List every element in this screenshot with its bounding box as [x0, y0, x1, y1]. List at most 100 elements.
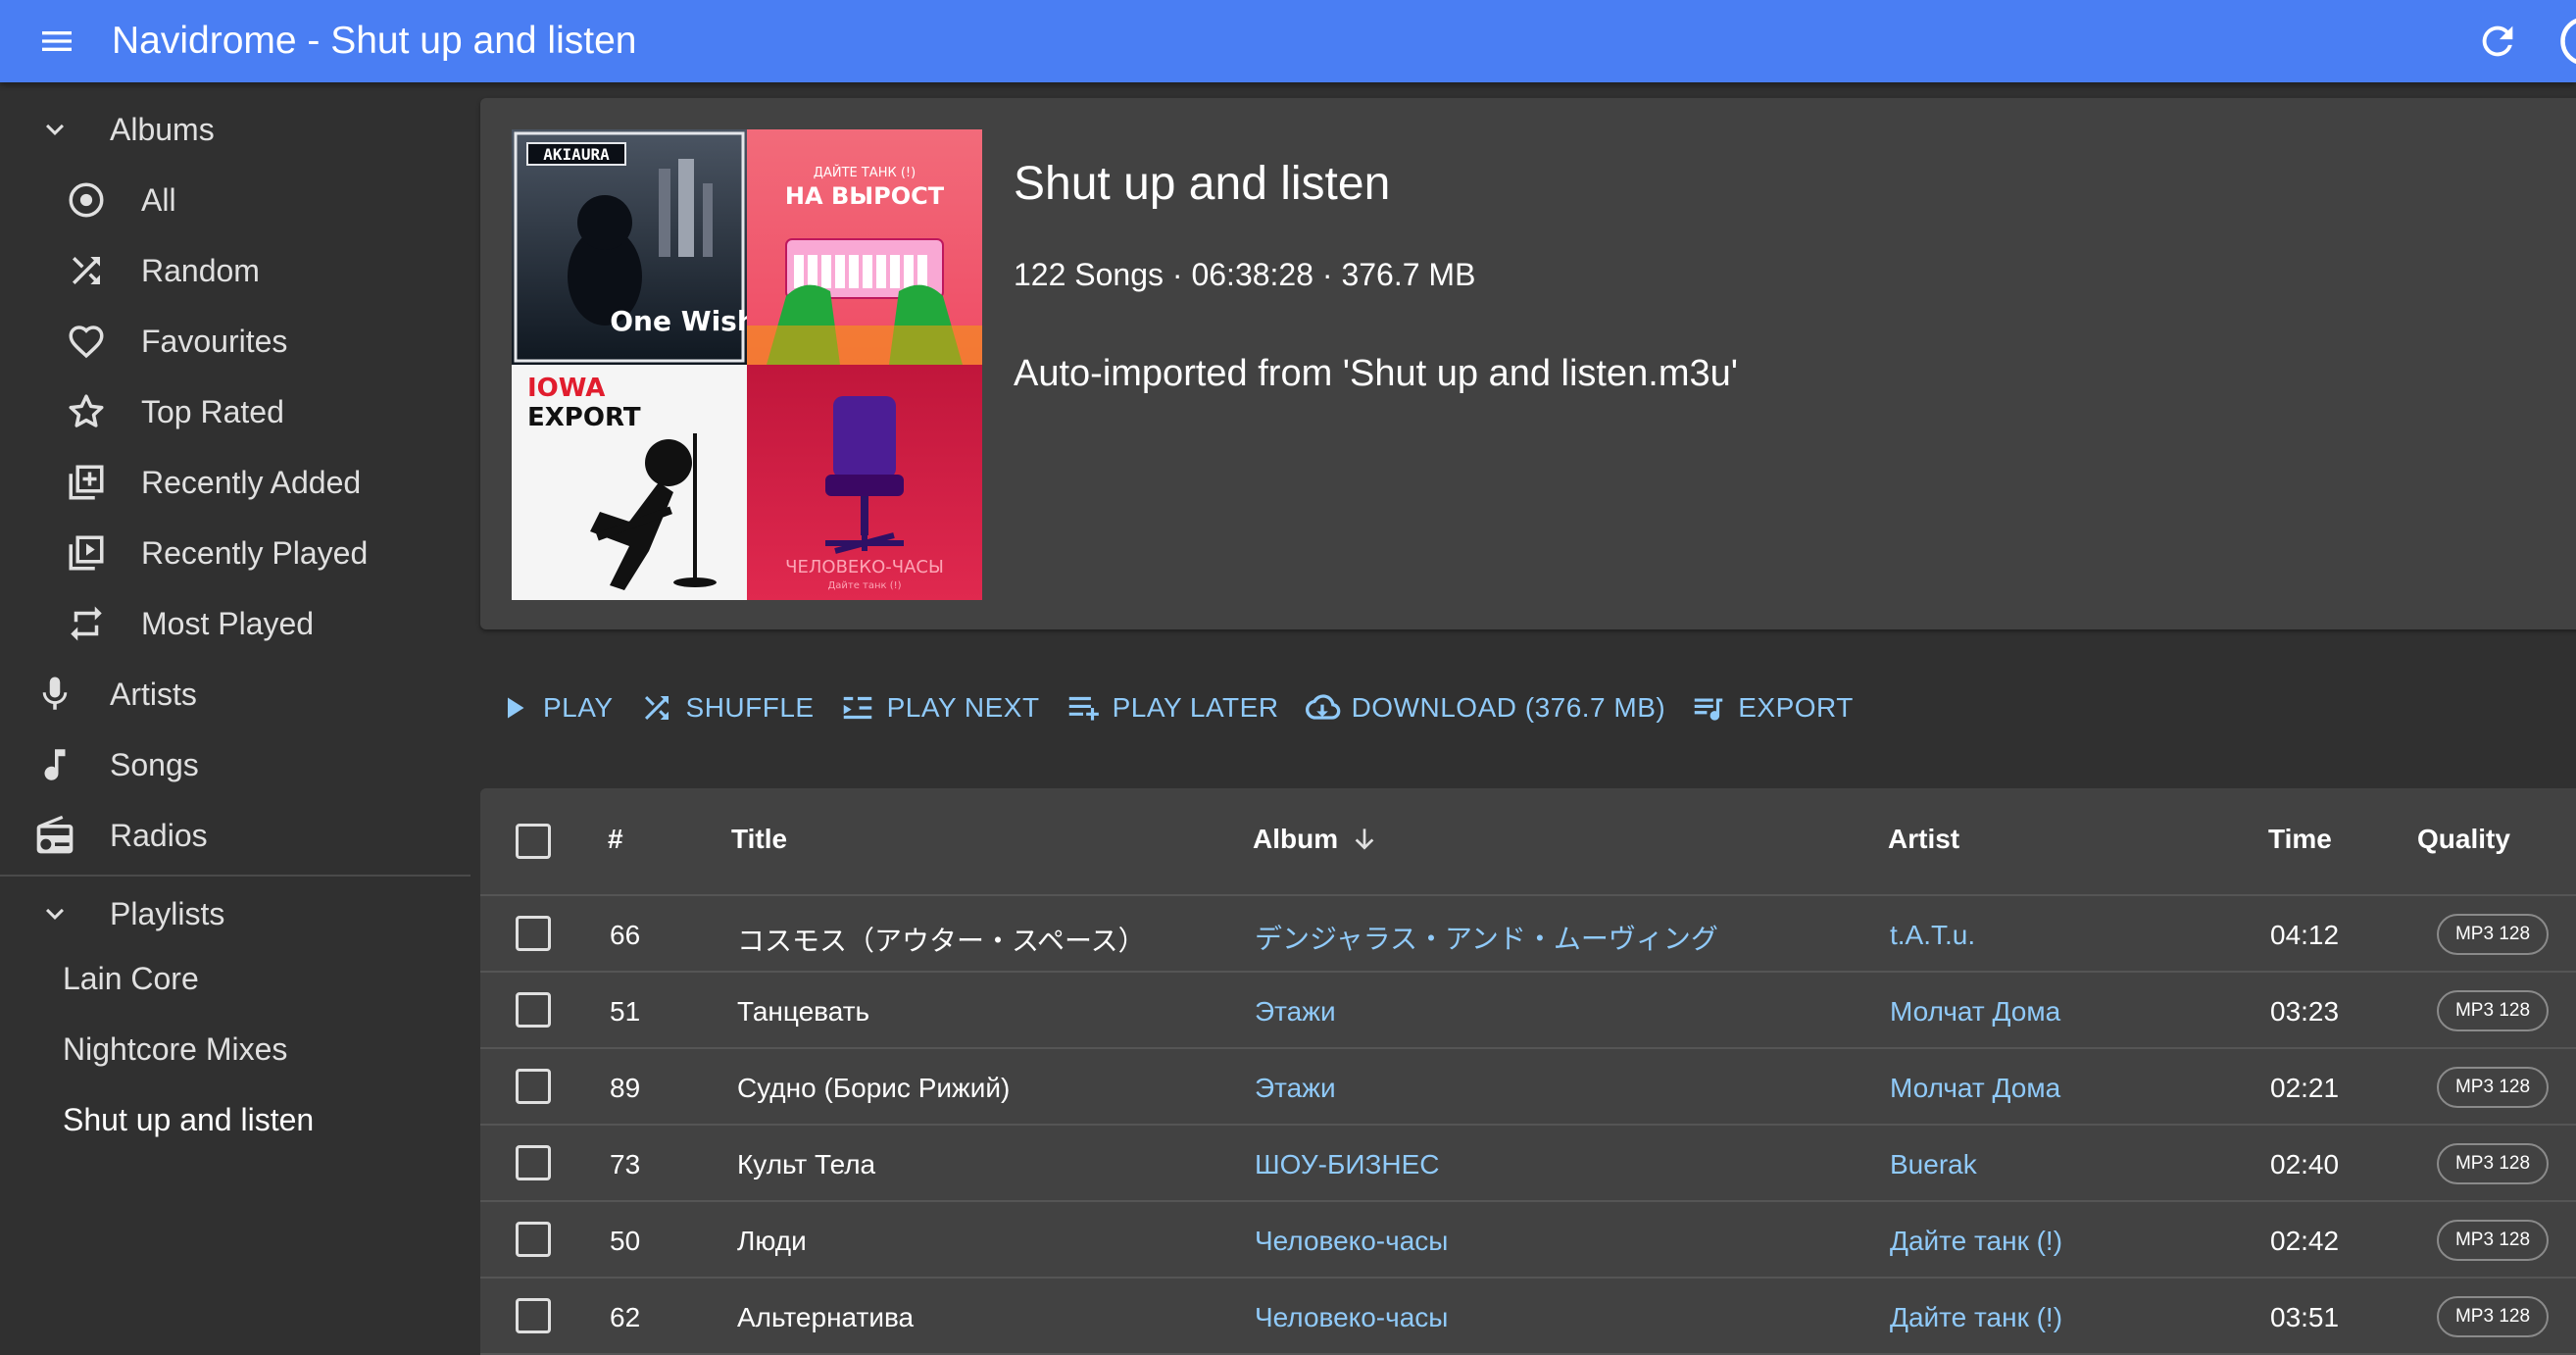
artist-link[interactable]: Молчат Дома [1890, 1073, 2060, 1104]
album-link[interactable]: Этажи [1255, 1073, 1336, 1104]
shuffle-label: SHUFFLE [685, 692, 815, 723]
album-link[interactable]: Человеко-часы [1255, 1226, 1448, 1257]
album-link[interactable]: Человеко-часы [1255, 1302, 1448, 1333]
track-number: 62 [610, 1302, 641, 1332]
sidebar-item-radios[interactable]: Radios [0, 800, 471, 871]
menu-button[interactable] [31, 16, 82, 67]
quality-badge: MP3 128 [2437, 1296, 2549, 1337]
app-bar: Navidrome - Shut up and listen [0, 0, 2576, 82]
album-link[interactable]: ШОУ-БИЗНЕС [1255, 1149, 1439, 1180]
artist-link[interactable]: Дайте танк (!) [1890, 1302, 2062, 1333]
column-header-artist[interactable]: Artist [1888, 824, 1959, 855]
play-next-label: PLAY NEXT [886, 692, 1040, 723]
sidebar-item-songs[interactable]: Songs [0, 729, 471, 800]
sidebar-item-artists[interactable]: Artists [0, 659, 471, 729]
play-next-button[interactable]: PLAY NEXT [836, 686, 1040, 729]
artist-link[interactable]: Дайте танк (!) [1890, 1226, 2062, 1257]
refresh-button[interactable] [2468, 12, 2527, 71]
sidebar-item-label: Radios [110, 817, 208, 853]
table-header: # Title Album Artist Time Quality [480, 788, 2576, 896]
playlist-actions-toolbar: PLAY SHUFFLE PLAY NEXT PLAY LATER DOWNLO… [492, 678, 1875, 737]
sidebar-playlist-shut-up-and-listen[interactable]: Shut up and listen [0, 1084, 471, 1155]
sidebar-item-random[interactable]: Random [0, 235, 471, 306]
playlist-add-icon [1062, 686, 1105, 729]
track-time: 02:21 [2270, 1073, 2340, 1103]
microphone-icon [31, 671, 78, 718]
repeat-icon [63, 600, 110, 647]
user-menu-button[interactable] [2558, 15, 2576, 68]
shuffle-icon [63, 247, 110, 294]
library-add-icon [63, 459, 110, 506]
column-header-quality[interactable]: Quality [2417, 824, 2510, 855]
play-later-button[interactable]: PLAY LATER [1062, 686, 1279, 729]
albums-section-toggle[interactable]: Albums [0, 94, 471, 165]
table-row[interactable]: 66 コスモス（アウター・スペース） デンジャラス・アンド・ムーヴィング t.A… [480, 896, 2576, 973]
row-checkbox[interactable] [516, 1069, 551, 1104]
playlists-section-toggle[interactable]: Playlists [0, 878, 471, 949]
sidebar-item-label: Top Rated [141, 393, 284, 429]
track-number: 73 [610, 1149, 641, 1179]
sidebar-item-most-played[interactable]: Most Played [0, 588, 471, 659]
column-header-number[interactable]: # [608, 824, 623, 855]
table-row[interactable]: 89 Судно (Борис Рижий) Этажи Молчат Дома… [480, 1049, 2576, 1126]
play-button[interactable]: PLAY [492, 686, 614, 729]
artist-link[interactable]: t.A.T.u. [1890, 920, 1975, 951]
table-row[interactable]: 50 Люди Человеко-часы Дайте танк (!) 02:… [480, 1202, 2576, 1279]
sidebar-playlist-lain-core[interactable]: Lain Core [0, 943, 471, 1014]
sidebar-item-all[interactable]: All [0, 165, 471, 235]
track-number: 66 [610, 920, 641, 950]
artist-link[interactable]: Buerak [1890, 1149, 1977, 1180]
shuffle-icon [635, 686, 678, 729]
cloud-download-icon [1301, 686, 1344, 729]
album-link[interactable]: デンジャラス・アンド・ムーヴィング [1255, 918, 1718, 957]
heart-icon [63, 318, 110, 365]
track-number: 50 [610, 1226, 641, 1256]
track-time: 04:12 [2270, 920, 2340, 950]
song-table: # Title Album Artist Time Quality 66 コスモ… [480, 788, 2576, 1355]
playlist-stats: 122 Songs · 06:38:28 · 376.7 MB [1014, 257, 1476, 292]
row-checkbox[interactable] [516, 1222, 551, 1257]
album-cover-chelovekochasy: ЧЕЛОВЕКО-ЧАСЫ Дайте танк (!) [747, 365, 982, 600]
track-number: 89 [610, 1073, 641, 1103]
column-header-album[interactable]: Album [1253, 824, 1338, 855]
sidebar-item-recently-played[interactable]: Recently Played [0, 518, 471, 588]
quality-badge: MP3 128 [2437, 1143, 2549, 1184]
sort-descending-icon[interactable] [1349, 824, 1380, 855]
sidebar-item-favourites[interactable]: Favourites [0, 306, 471, 376]
sidebar-playlist-nightcore-mixes[interactable]: Nightcore Mixes [0, 1014, 471, 1084]
table-row[interactable]: 51 Танцевать Этажи Молчат Дома 03:23 MP3… [480, 973, 2576, 1049]
play-later-label: PLAY LATER [1112, 692, 1279, 723]
row-checkbox[interactable] [516, 916, 551, 951]
row-checkbox[interactable] [516, 1145, 551, 1180]
chevron-down-icon [31, 890, 78, 937]
album-link[interactable]: Этажи [1255, 996, 1336, 1028]
menu-icon [42, 31, 72, 51]
track-title: Альтернатива [737, 1302, 915, 1332]
row-checkbox[interactable] [516, 992, 551, 1028]
playlist-comment: Auto-imported from 'Shut up and listen.m… [1014, 353, 1738, 394]
select-all-checkbox[interactable] [516, 824, 551, 859]
column-header-title[interactable]: Title [731, 824, 787, 855]
quality-badge: MP3 128 [2437, 990, 2549, 1031]
table-row[interactable]: 62 Альтернатива Человеко-часы Дайте танк… [480, 1279, 2576, 1355]
shuffle-button[interactable]: SHUFFLE [635, 686, 815, 729]
track-title: Судно (Борис Рижий) [737, 1073, 1011, 1103]
cover-text: IOWA [527, 374, 605, 403]
sidebar-item-label: Random [141, 252, 260, 288]
export-button[interactable]: EXPORT [1687, 686, 1854, 729]
table-row[interactable]: 73 Культ Тела ШОУ-БИЗНЕС Buerak 02:40 MP… [480, 1126, 2576, 1202]
artist-link[interactable]: Молчат Дома [1890, 996, 2060, 1028]
queue-music-icon [1687, 686, 1730, 729]
track-number: 51 [610, 996, 641, 1027]
cover-text: НА ВЫРОСТ [785, 182, 945, 210]
album-cover-na-vyrost: ДАЙТЕ ТАНК (!) НА ВЫРОСТ [747, 129, 982, 365]
album-cover-export: IOWA EXPORT [512, 365, 747, 600]
radio-icon [31, 812, 78, 859]
download-button[interactable]: DOWNLOAD (376.7 MB) [1301, 686, 1666, 729]
sidebar-item-recently-added[interactable]: Recently Added [0, 447, 471, 518]
quality-badge: MP3 128 [2437, 1067, 2549, 1108]
track-time: 02:40 [2270, 1149, 2340, 1179]
row-checkbox[interactable] [516, 1298, 551, 1333]
column-header-time[interactable]: Time [2268, 824, 2332, 855]
sidebar-item-top-rated[interactable]: Top Rated [0, 376, 471, 447]
